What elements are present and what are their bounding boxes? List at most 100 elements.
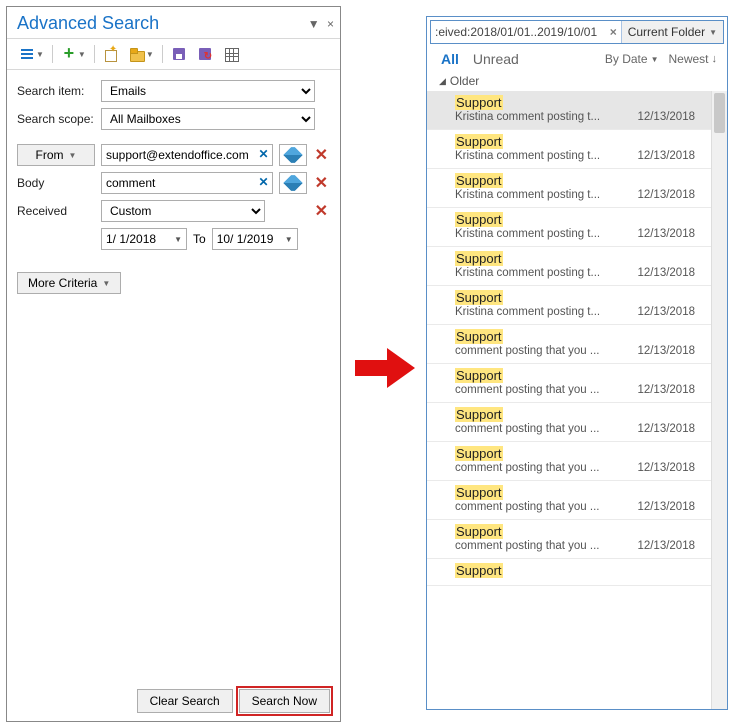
collapse-icon: ◢	[439, 76, 446, 87]
mail-date: 12/13/2018	[637, 111, 695, 123]
mail-subject: Kristina comment posting t...	[455, 228, 600, 240]
grid-view-button[interactable]	[219, 43, 243, 65]
search-query-text[interactable]: :eived:2018/01/01..2019/10/01	[435, 25, 606, 39]
new-doc-button[interactable]	[99, 43, 123, 65]
mail-sender: Support	[455, 95, 503, 110]
mail-date: 12/13/2018	[637, 462, 695, 474]
pencil-icon	[283, 173, 303, 193]
scrollbar[interactable]	[711, 91, 727, 709]
delete-from-criterion[interactable]: ✕	[313, 145, 330, 165]
list-header: All Unread By Date▼ Newest↓	[427, 47, 727, 71]
sort-by-dropdown[interactable]: By Date▼	[605, 52, 659, 66]
advanced-search-pane: Advanced Search ▼ × ▼ +▼ ▼ Search item: …	[6, 6, 341, 722]
mail-sender: Support	[455, 524, 503, 539]
mail-subject: Kristina comment posting t...	[455, 267, 600, 279]
mail-item[interactable]: Support	[427, 559, 711, 586]
body-input[interactable]	[101, 172, 273, 194]
list-view-button[interactable]: ▼	[15, 43, 48, 65]
pencil-icon	[283, 145, 303, 165]
mail-sender: Support	[455, 485, 503, 500]
clear-body-icon[interactable]: ✕	[259, 175, 269, 189]
mail-list: SupportKristina comment posting t...12/1…	[427, 91, 727, 709]
mail-item[interactable]: Supportcomment posting that you ...12/13…	[427, 364, 711, 403]
from-input[interactable]	[101, 144, 273, 166]
mail-item[interactable]: SupportKristina comment posting t... 12/1…	[427, 169, 711, 208]
edit-body-button[interactable]	[279, 172, 307, 194]
mail-sender: Support	[455, 251, 503, 266]
mail-item[interactable]: SupportKristina comment posting t... 12/1…	[427, 130, 711, 169]
clear-search-icon[interactable]: ×	[610, 25, 617, 39]
date-to-input[interactable]: 10/ 1/2019▼	[212, 228, 298, 250]
mail-sender: Support	[455, 563, 503, 578]
clear-from-icon[interactable]: ✕	[259, 147, 269, 161]
separator	[162, 45, 163, 63]
mail-sender: Support	[455, 212, 503, 227]
mail-date: 12/13/2018	[637, 228, 695, 240]
mail-item[interactable]: SupportKristina comment posting t...12/1…	[427, 286, 711, 325]
from-button[interactable]: From▼	[17, 144, 95, 166]
search-form: Search item: Emails Search scope: All Ma…	[7, 70, 340, 304]
mail-subject: Kristina comment posting t...	[455, 111, 600, 123]
mail-date: 12/13/2018	[637, 267, 695, 279]
open-folder-button[interactable]: ▼	[125, 43, 158, 65]
tab-all[interactable]: All	[441, 51, 459, 67]
scroll-thumb[interactable]	[714, 93, 725, 133]
pane-title-text: Advanced Search	[17, 13, 159, 33]
mail-subject: Kristina comment posting t...	[455, 306, 600, 318]
mail-date: 12/13/2018	[637, 501, 695, 513]
received-select[interactable]: Custom	[101, 200, 265, 222]
pin-icon[interactable]: ▼	[308, 17, 320, 31]
edit-from-button[interactable]	[279, 144, 307, 166]
new-item-button[interactable]: +▼	[57, 43, 90, 65]
mail-item[interactable]: SupportKristina comment posting t... 12/1…	[427, 208, 711, 247]
mail-subject: comment posting that you ...	[455, 345, 599, 357]
mail-sender: Support	[455, 290, 503, 305]
date-from-input[interactable]: 1/ 1/2018▼	[101, 228, 187, 250]
label-search-item: Search item:	[17, 84, 95, 98]
mail-subject: comment posting that you ...	[455, 384, 599, 396]
mail-sender: Support	[455, 407, 503, 422]
mail-sender: Support	[455, 446, 503, 461]
mail-item[interactable]: Supportcomment posting that you ... 12/13…	[427, 325, 711, 364]
separator	[52, 45, 53, 63]
label-received: Received	[17, 204, 95, 218]
sort-order-dropdown[interactable]: Newest↓	[668, 52, 717, 66]
close-icon[interactable]: ×	[327, 17, 334, 31]
mail-date: 12/13/2018	[637, 189, 695, 201]
mail-date: 12/13/2018	[637, 150, 695, 162]
save-button[interactable]	[167, 43, 191, 65]
search-results-pane: :eived:2018/01/01..2019/10/01 × Current …	[426, 16, 728, 710]
mail-item[interactable]: SupportKristina comment posting t... 12/1…	[427, 91, 711, 130]
mail-date: 12/13/2018	[637, 423, 695, 435]
group-older[interactable]: ◢ Older	[427, 71, 727, 91]
mail-subject: Kristina comment posting t...	[455, 189, 600, 201]
more-criteria-button[interactable]: More Criteria▼	[17, 272, 121, 294]
mail-sender: Support	[455, 173, 503, 188]
mail-subject: comment posting that you ...	[455, 501, 599, 513]
delete-body-criterion[interactable]: ✕	[313, 173, 330, 193]
mail-date: 12/13/2018	[637, 540, 695, 552]
search-scope-select[interactable]: All Mailboxes	[101, 108, 315, 130]
mail-subject: comment posting that you ...	[455, 462, 599, 474]
pane-title: Advanced Search ▼ ×	[7, 7, 340, 39]
label-body: Body	[17, 176, 95, 190]
mail-subject: Kristina comment posting t...	[455, 150, 600, 162]
mail-date: 12/13/2018	[637, 384, 695, 396]
mail-item[interactable]: Supportcomment posting that you ... 12/13…	[427, 403, 711, 442]
mail-date: 12/13/2018	[637, 345, 695, 357]
mail-sender: Support	[455, 134, 503, 149]
tab-unread[interactable]: Unread	[473, 51, 519, 67]
delete-received-criterion[interactable]: ✕	[313, 201, 330, 221]
scope-dropdown[interactable]: Current Folder▼	[622, 21, 723, 43]
search-now-button[interactable]: Search Now	[239, 689, 330, 713]
mail-sender: Support	[455, 329, 503, 344]
clear-search-button[interactable]: Clear Search	[137, 689, 233, 713]
mail-item[interactable]: Supportcomment posting that you ... 12/13…	[427, 481, 711, 520]
save-as-button[interactable]	[193, 43, 217, 65]
mail-subject: comment posting that you ...	[455, 423, 599, 435]
mail-item[interactable]: SupportKristina comment posting t... 12/1…	[427, 247, 711, 286]
search-item-select[interactable]: Emails	[101, 80, 315, 102]
mail-item[interactable]: Supportcomment posting that you ... 12/13…	[427, 442, 711, 481]
mail-item[interactable]: Supportcomment posting that you ...12/13…	[427, 520, 711, 559]
label-search-scope: Search scope:	[17, 112, 95, 126]
